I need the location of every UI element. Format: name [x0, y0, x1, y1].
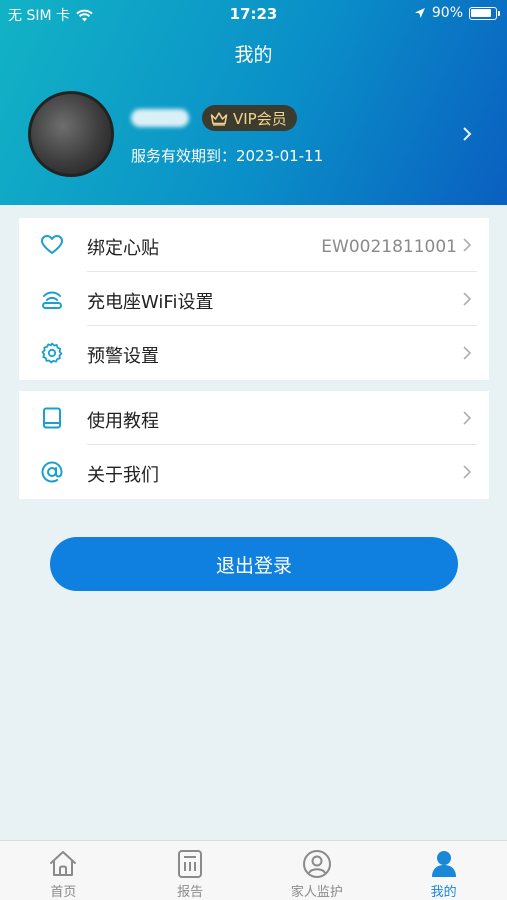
menu-item-about-us[interactable]: 关于我们: [19, 445, 489, 499]
tab-label: 家人监护: [290, 885, 343, 900]
tab-mine[interactable]: 我的: [380, 841, 507, 900]
at-icon: [41, 461, 63, 483]
battery-icon: [469, 6, 500, 20]
chevron-right-icon: [463, 238, 472, 252]
menu-label: 使用教程: [87, 411, 159, 432]
menu-item-alert-settings[interactable]: 预警设置: [19, 326, 489, 380]
battery-percent: 90%: [431, 5, 463, 21]
vip-badge: VIP会员: [202, 105, 297, 131]
tab-label: 我的: [430, 885, 457, 900]
tab-label: 首页: [50, 885, 77, 900]
home-icon: [50, 851, 77, 876]
avatar[interactable]: [28, 91, 114, 177]
menu-label: 预警设置: [87, 346, 159, 367]
menu-label: 充电座WiFi设置: [87, 292, 214, 313]
crown-icon: [210, 111, 228, 126]
status-bar: 无 SIM 卡 17:23 90%: [0, 0, 507, 28]
profile-icon: [431, 851, 456, 877]
service-expiry: 服务有效期到：2023-01-11: [131, 147, 324, 165]
menu-label: 绑定心贴: [87, 238, 159, 259]
username-blurred: [131, 109, 189, 127]
tab-home[interactable]: 首页: [0, 841, 127, 900]
book-icon: [43, 407, 61, 429]
gear-icon: [41, 342, 63, 364]
menu-item-wifi-settings[interactable]: 充电座WiFi设置: [19, 272, 489, 326]
chevron-right-icon: [463, 346, 472, 360]
vip-label: VIP会员: [233, 109, 287, 128]
report-icon: [178, 850, 203, 878]
menu-label: 关于我们: [87, 465, 159, 486]
tab-family-monitor[interactable]: 家人监护: [254, 841, 381, 900]
profile-header: 无 SIM 卡 17:23 90% 我的 VIP会员 服务有效期到：2023-0…: [0, 0, 507, 205]
menu-item-tutorial[interactable]: 使用教程: [19, 391, 489, 445]
tab-bar: 首页 报告 家人监护 我的: [0, 840, 507, 900]
chevron-right-icon: [463, 465, 472, 479]
family-icon: [302, 850, 331, 878]
heart-icon: [41, 235, 63, 254]
settings-card: 绑定心贴 EW0021811001 充电座WiFi设置 预警设置: [19, 218, 489, 380]
info-card: 使用教程 关于我们: [19, 391, 489, 499]
tab-report[interactable]: 报告: [127, 841, 254, 900]
wifi-charger-icon: [42, 291, 62, 309]
status-right: 90%: [414, 5, 500, 21]
menu-item-bind-patch[interactable]: 绑定心贴 EW0021811001: [19, 218, 489, 272]
logout-button[interactable]: 退出登录: [50, 537, 458, 591]
chevron-right-icon[interactable]: [457, 124, 477, 144]
chevron-right-icon: [463, 411, 472, 425]
device-id: EW0021811001: [321, 237, 457, 257]
location-arrow-icon: [414, 8, 425, 18]
page-title: 我的: [234, 44, 273, 66]
battery-fill: [471, 8, 491, 17]
tab-label: 报告: [177, 885, 204, 900]
chevron-right-icon: [463, 292, 472, 306]
